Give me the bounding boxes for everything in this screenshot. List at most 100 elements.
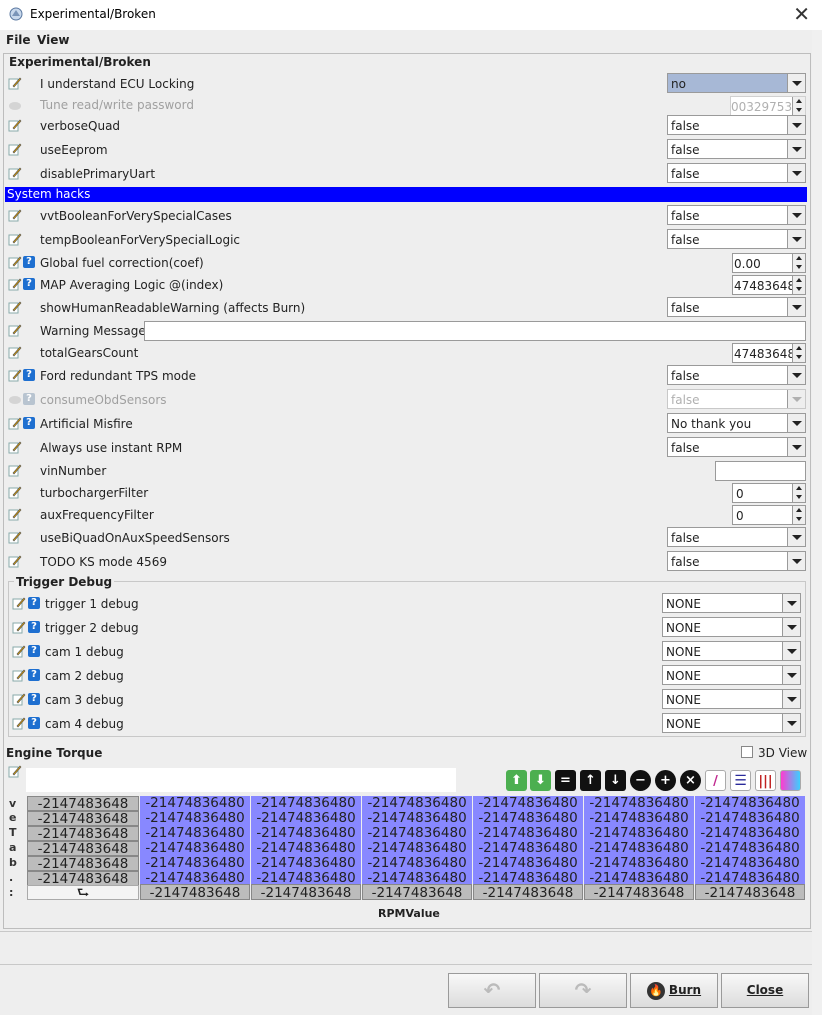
table-cell[interactable]: -21474836480 bbox=[473, 841, 583, 856]
aux-frequency-filter-spinner[interactable]: 0 bbox=[732, 505, 806, 525]
redo-button[interactable]: ↷ bbox=[539, 973, 627, 1008]
column-header-cell[interactable]: -2147483648 bbox=[140, 884, 250, 900]
help-icon[interactable]: ? bbox=[28, 693, 40, 705]
help-icon[interactable]: ? bbox=[28, 717, 40, 729]
decrement-icon[interactable]: ⬇ bbox=[530, 770, 551, 791]
biquad-aux-speed-combo[interactable]: false bbox=[667, 527, 806, 547]
3d-view-checkbox[interactable] bbox=[741, 746, 753, 758]
undo-button[interactable]: ↶ bbox=[448, 973, 536, 1008]
table-cell[interactable]: -21474836480 bbox=[251, 841, 361, 856]
add-icon[interactable]: + bbox=[655, 770, 676, 791]
ford-tps-mode-combo[interactable]: false bbox=[667, 365, 806, 385]
row-header-cell[interactable]: -2147483648 bbox=[27, 841, 139, 856]
menu-view[interactable]: View bbox=[37, 33, 69, 47]
table-cell[interactable]: -21474836480 bbox=[362, 796, 472, 811]
table-cell[interactable]: -21474836480 bbox=[584, 841, 694, 856]
table-cell[interactable]: -21474836480 bbox=[251, 856, 361, 871]
table-cell[interactable]: -21474836480 bbox=[473, 811, 583, 826]
row-header-cell[interactable]: -2147483648 bbox=[27, 871, 139, 886]
close-button[interactable]: Close bbox=[721, 973, 809, 1008]
row-header-cell[interactable]: -2147483648 bbox=[27, 826, 139, 841]
table-cell[interactable]: -21474836480 bbox=[695, 826, 805, 841]
table-cell[interactable]: -21474836480 bbox=[584, 826, 694, 841]
column-header-cell[interactable]: -2147483648 bbox=[695, 884, 805, 900]
ecu-locking-combo[interactable]: no bbox=[667, 73, 806, 93]
global-fuel-correction-spinner[interactable]: 0.00 bbox=[732, 253, 806, 273]
corner-arrow-icon[interactable]: ⮑ bbox=[27, 885, 139, 900]
pencil-icon[interactable]: / bbox=[705, 770, 726, 791]
table-cell[interactable]: -21474836480 bbox=[695, 841, 805, 856]
table-cell[interactable]: -21474836480 bbox=[473, 856, 583, 871]
trigger-2-debug-combo[interactable]: NONE bbox=[662, 617, 801, 637]
table-cell[interactable]: -21474836480 bbox=[140, 811, 250, 826]
show-warning-combo[interactable]: false bbox=[667, 297, 806, 317]
map-averaging-spinner[interactable]: 47483648 bbox=[732, 275, 806, 295]
gradient-icon[interactable] bbox=[780, 770, 801, 791]
table-cell[interactable]: -21474836480 bbox=[362, 811, 472, 826]
column-header-cell[interactable]: -2147483648 bbox=[473, 884, 583, 900]
row-header-cell[interactable]: -2147483648 bbox=[27, 811, 139, 826]
help-icon[interactable]: ? bbox=[23, 417, 35, 429]
help-icon[interactable]: ? bbox=[28, 621, 40, 633]
spinner-arrows-icon[interactable] bbox=[792, 484, 805, 502]
cam-1-debug-combo[interactable]: NONE bbox=[662, 641, 801, 661]
help-icon[interactable]: ? bbox=[28, 645, 40, 657]
table-cell[interactable]: -21474836480 bbox=[695, 811, 805, 826]
help-icon[interactable]: ? bbox=[23, 256, 35, 268]
table-cell[interactable]: -21474836480 bbox=[362, 826, 472, 841]
shift-up-icon[interactable]: ↑ bbox=[580, 770, 601, 791]
table-cell[interactable]: -21474836480 bbox=[362, 841, 472, 856]
multiply-icon[interactable]: × bbox=[680, 770, 701, 791]
table-cell[interactable]: -21474836480 bbox=[362, 856, 472, 871]
todo-ks-mode-combo[interactable]: false bbox=[667, 551, 806, 571]
table-cell[interactable]: -21474836480 bbox=[251, 796, 361, 811]
help-icon[interactable]: ? bbox=[28, 597, 40, 609]
turbocharger-filter-spinner[interactable]: 0 bbox=[732, 483, 806, 503]
total-gears-count-spinner[interactable]: 47483648 bbox=[732, 343, 806, 363]
menu-file[interactable]: File bbox=[6, 33, 31, 47]
set-value-icon[interactable]: = bbox=[555, 770, 576, 791]
column-header-cell[interactable]: -2147483648 bbox=[584, 884, 694, 900]
cam-2-debug-combo[interactable]: NONE bbox=[662, 665, 801, 685]
artificial-misfire-combo[interactable]: No thank you bbox=[667, 413, 806, 433]
disable-primary-uart-combo[interactable]: false bbox=[667, 163, 806, 183]
spinner-arrows-icon[interactable] bbox=[792, 506, 805, 524]
table-cell[interactable]: -21474836480 bbox=[140, 841, 250, 856]
table-cell[interactable]: -21474836480 bbox=[251, 811, 361, 826]
spinner-arrows-icon[interactable] bbox=[792, 344, 805, 362]
burn-button[interactable]: 🔥 Burn bbox=[630, 973, 718, 1008]
help-icon[interactable]: ? bbox=[23, 278, 35, 290]
table-cell[interactable]: -21474836480 bbox=[473, 796, 583, 811]
table-cell[interactable]: -21474836480 bbox=[140, 826, 250, 841]
close-window-icon[interactable]: ✕ bbox=[793, 3, 810, 25]
cam-3-debug-combo[interactable]: NONE bbox=[662, 689, 801, 709]
verbose-quad-combo[interactable]: false bbox=[667, 115, 806, 135]
table-cell[interactable]: -21474836480 bbox=[140, 796, 250, 811]
table-cell[interactable]: -21474836480 bbox=[140, 856, 250, 871]
cam-4-debug-combo[interactable]: NONE bbox=[662, 713, 801, 733]
table-cell[interactable]: -21474836480 bbox=[584, 856, 694, 871]
table-cell[interactable]: -21474836480 bbox=[584, 796, 694, 811]
help-icon[interactable]: ? bbox=[28, 669, 40, 681]
trigger-1-debug-combo[interactable]: NONE bbox=[662, 593, 801, 613]
vertical-lines-icon[interactable]: ||| bbox=[755, 770, 776, 791]
table-cell[interactable]: -21474836480 bbox=[584, 811, 694, 826]
table-cell[interactable]: -21474836480 bbox=[695, 796, 805, 811]
shift-down-icon[interactable]: ↓ bbox=[605, 770, 626, 791]
table-cell[interactable]: -21474836480 bbox=[251, 826, 361, 841]
column-header-cell[interactable]: -2147483648 bbox=[251, 884, 361, 900]
spinner-arrows-icon[interactable] bbox=[792, 276, 805, 294]
help-icon[interactable]: ? bbox=[23, 369, 35, 381]
table-cell[interactable]: -21474836480 bbox=[473, 826, 583, 841]
table-cell[interactable]: -21474836480 bbox=[695, 856, 805, 871]
spinner-arrows-icon[interactable] bbox=[792, 254, 805, 272]
vvt-boolean-combo[interactable]: false bbox=[667, 205, 806, 225]
use-eeprom-combo[interactable]: false bbox=[667, 139, 806, 159]
vin-number-input[interactable] bbox=[715, 461, 806, 481]
temp-boolean-combo[interactable]: false bbox=[667, 229, 806, 249]
row-header-cell[interactable]: -2147483648 bbox=[27, 856, 139, 871]
horizontal-lines-icon[interactable]: ☰ bbox=[730, 770, 751, 791]
column-header-cell[interactable]: -2147483648 bbox=[362, 884, 472, 900]
instant-rpm-combo[interactable]: false bbox=[667, 437, 806, 457]
increment-icon[interactable]: ⬆ bbox=[506, 770, 527, 791]
